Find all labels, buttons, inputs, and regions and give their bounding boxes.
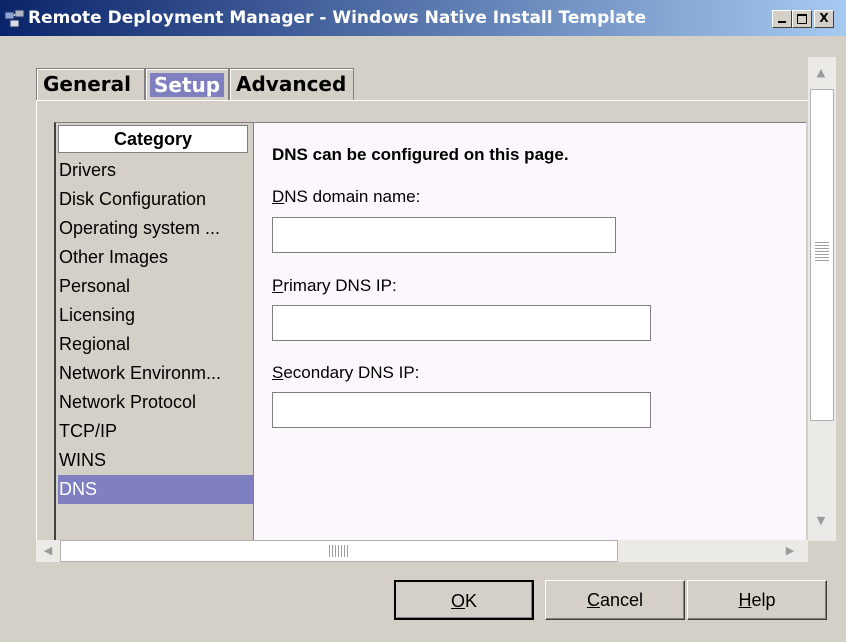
ok-label: K xyxy=(465,591,478,611)
primary-dns-input[interactable] xyxy=(272,305,651,341)
window: Remote Deployment Manager - Windows Nati… xyxy=(0,0,846,642)
cancel-button[interactable]: Cancel xyxy=(545,580,685,620)
horizontal-scroll-thumb[interactable] xyxy=(60,540,618,562)
dns-domain-input[interactable] xyxy=(272,217,616,253)
category-item-drivers[interactable]: Drivers xyxy=(58,156,253,185)
scroll-up-icon[interactable]: ▲ xyxy=(810,61,832,85)
tab-setup[interactable]: Setup xyxy=(145,68,229,101)
maximize-icon xyxy=(797,14,807,24)
secondary-dns-label-text: econdary DNS IP: xyxy=(283,363,420,382)
maximize-button[interactable] xyxy=(792,10,812,28)
secondary-dns-mnemonic: S xyxy=(272,363,284,382)
ok-button[interactable]: OK xyxy=(394,580,534,620)
category-item-disk-configuration[interactable]: Disk Configuration xyxy=(58,185,253,214)
secondary-dns-label: Secondary DNS IP: xyxy=(272,363,419,383)
app-icon xyxy=(4,9,25,28)
dns-domain-label-text: NS domain name: xyxy=(284,187,421,206)
category-item-network-protocol[interactable]: Network Protocol xyxy=(58,388,253,417)
window-title: Remote Deployment Manager - Windows Nati… xyxy=(28,8,647,28)
category-header[interactable]: Category xyxy=(58,125,248,153)
minimize-icon xyxy=(778,21,786,23)
dns-domain-label: DNS domain name: xyxy=(272,187,420,207)
dns-domain-mnemonic: D xyxy=(272,187,285,206)
category-item-wins[interactable]: WINS xyxy=(58,446,253,475)
grip-icon xyxy=(815,242,829,262)
tab-general[interactable]: General xyxy=(36,68,145,101)
vertical-scrollbar[interactable]: ▲ ▼ xyxy=(808,57,836,541)
primary-dns-label: Primary DNS IP: xyxy=(272,276,397,296)
dns-settings-panel: DNS can be configured on this page. DNS … xyxy=(253,122,806,543)
title-bar[interactable]: Remote Deployment Manager - Windows Nati… xyxy=(0,0,846,36)
primary-dns-mnemonic: P xyxy=(272,276,284,295)
cancel-mnemonic: C xyxy=(586,590,600,610)
category-item-licensing[interactable]: Licensing xyxy=(58,301,253,330)
category-item-regional[interactable]: Regional xyxy=(58,330,253,359)
cancel-label: ancel xyxy=(599,590,644,610)
category-item-network-environment[interactable]: Network Environm... xyxy=(58,359,253,388)
grip-icon xyxy=(329,545,349,557)
scroll-left-icon[interactable]: ◀ xyxy=(38,540,58,562)
category-item-dns[interactable]: DNS xyxy=(58,475,253,504)
tab-setup-label: Setup xyxy=(150,73,225,97)
close-icon: X xyxy=(819,11,829,25)
category-item-operating-system[interactable]: Operating system ... xyxy=(58,214,253,243)
horizontal-scrollbar[interactable]: ◀ ▶ xyxy=(36,540,808,562)
minimize-button[interactable] xyxy=(772,10,792,28)
category-list: Category Drivers Disk Configuration Oper… xyxy=(54,122,254,543)
vertical-scroll-thumb[interactable] xyxy=(810,89,834,421)
scroll-down-icon[interactable]: ▼ xyxy=(810,509,832,533)
ok-mnemonic: O xyxy=(450,591,465,611)
help-mnemonic: H xyxy=(738,590,752,610)
secondary-dns-input[interactable] xyxy=(272,392,651,428)
category-item-other-images[interactable]: Other Images xyxy=(58,243,253,272)
scroll-right-icon[interactable]: ▶ xyxy=(780,540,800,562)
page-description: DNS can be configured on this page. xyxy=(272,145,569,164)
category-item-tcpip[interactable]: TCP/IP xyxy=(58,417,253,446)
tab-advanced[interactable]: Advanced xyxy=(229,68,354,101)
help-label: elp xyxy=(751,590,776,610)
category-item-personal[interactable]: Personal xyxy=(58,272,253,301)
help-button[interactable]: Help xyxy=(687,580,827,620)
close-button[interactable]: X xyxy=(814,10,834,28)
primary-dns-label-text: rimary DNS IP: xyxy=(283,276,397,295)
